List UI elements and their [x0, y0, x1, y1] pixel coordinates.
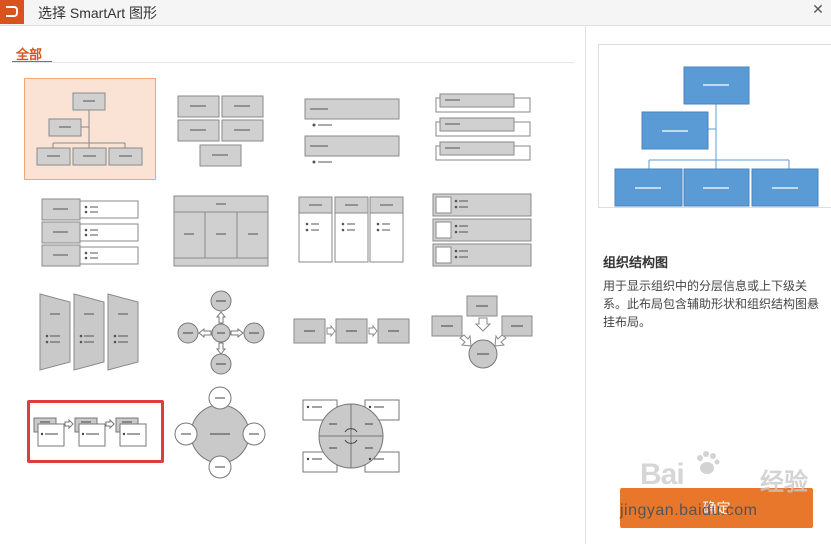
gallery-item-picture-accent-list[interactable]: [430, 192, 536, 270]
gallery-item-column-list[interactable]: [296, 194, 408, 266]
title-bar: 选择 SmartArt 图形 ✕: [0, 0, 831, 26]
layout-description: 用于显示组织中的分层信息或上下级关系。此布局包含辅助形状和组织结构图悬挂布局。: [603, 279, 820, 329]
basic-process-thumbnail: [293, 318, 410, 344]
gallery-item-label-list[interactable]: [38, 196, 144, 272]
block-list-thumbnail: [177, 95, 264, 167]
gallery-item-converging-arrows[interactable]: [430, 294, 536, 372]
dialog-title: 选择 SmartArt 图形: [38, 5, 158, 21]
gallery-item-basic-process[interactable]: [292, 316, 412, 348]
picture-accent-list-thumbnail: [432, 193, 532, 267]
baidu-paw-icon: [697, 451, 720, 474]
matrix-cycle-thumbnail: [302, 399, 400, 473]
gallery-item-bracket-list[interactable]: [430, 92, 536, 170]
gallery-item-table-hierarchy[interactable]: [172, 194, 270, 270]
converging-arrows-thumbnail: [431, 295, 533, 369]
gallery-item-radial-cycle[interactable]: [174, 290, 268, 376]
gallery-item-radial-venn[interactable]: [172, 386, 268, 480]
radial-venn-thumbnail: [174, 386, 266, 479]
preview-panel: [598, 44, 831, 208]
layout-title: 组织结构图: [603, 255, 669, 270]
organization-chart-preview: [614, 66, 819, 207]
vertical-bullet-list-thumbnail: [304, 98, 400, 164]
column-list-thumbnail: [298, 196, 404, 263]
gallery-item-matrix-cycle[interactable]: [300, 398, 402, 474]
selection-highlight: [27, 400, 164, 463]
close-icon[interactable]: ✕: [811, 2, 825, 16]
radial-cycle-thumbnail: [177, 290, 265, 375]
ok-button[interactable]: 确定: [620, 488, 813, 528]
app-logo-icon: [0, 0, 24, 24]
gallery-item-trapezoid-list[interactable]: [38, 292, 142, 372]
trapezoid-list-thumbnail: [39, 293, 139, 371]
organization-chart-thumbnail: [36, 92, 143, 166]
panel-divider: [585, 26, 586, 544]
table-hierarchy-thumbnail: [173, 195, 269, 267]
label-list-thumbnail: [41, 198, 139, 267]
tab-divider: [12, 62, 574, 63]
gallery-item-block-list[interactable]: [170, 88, 270, 170]
gallery-item-vertical-bullet-list[interactable]: [298, 92, 408, 170]
gallery-item-organization-chart[interactable]: [24, 78, 156, 180]
bracket-list-thumbnail: [435, 93, 531, 161]
watermark-brand: Bai: [640, 458, 685, 491]
